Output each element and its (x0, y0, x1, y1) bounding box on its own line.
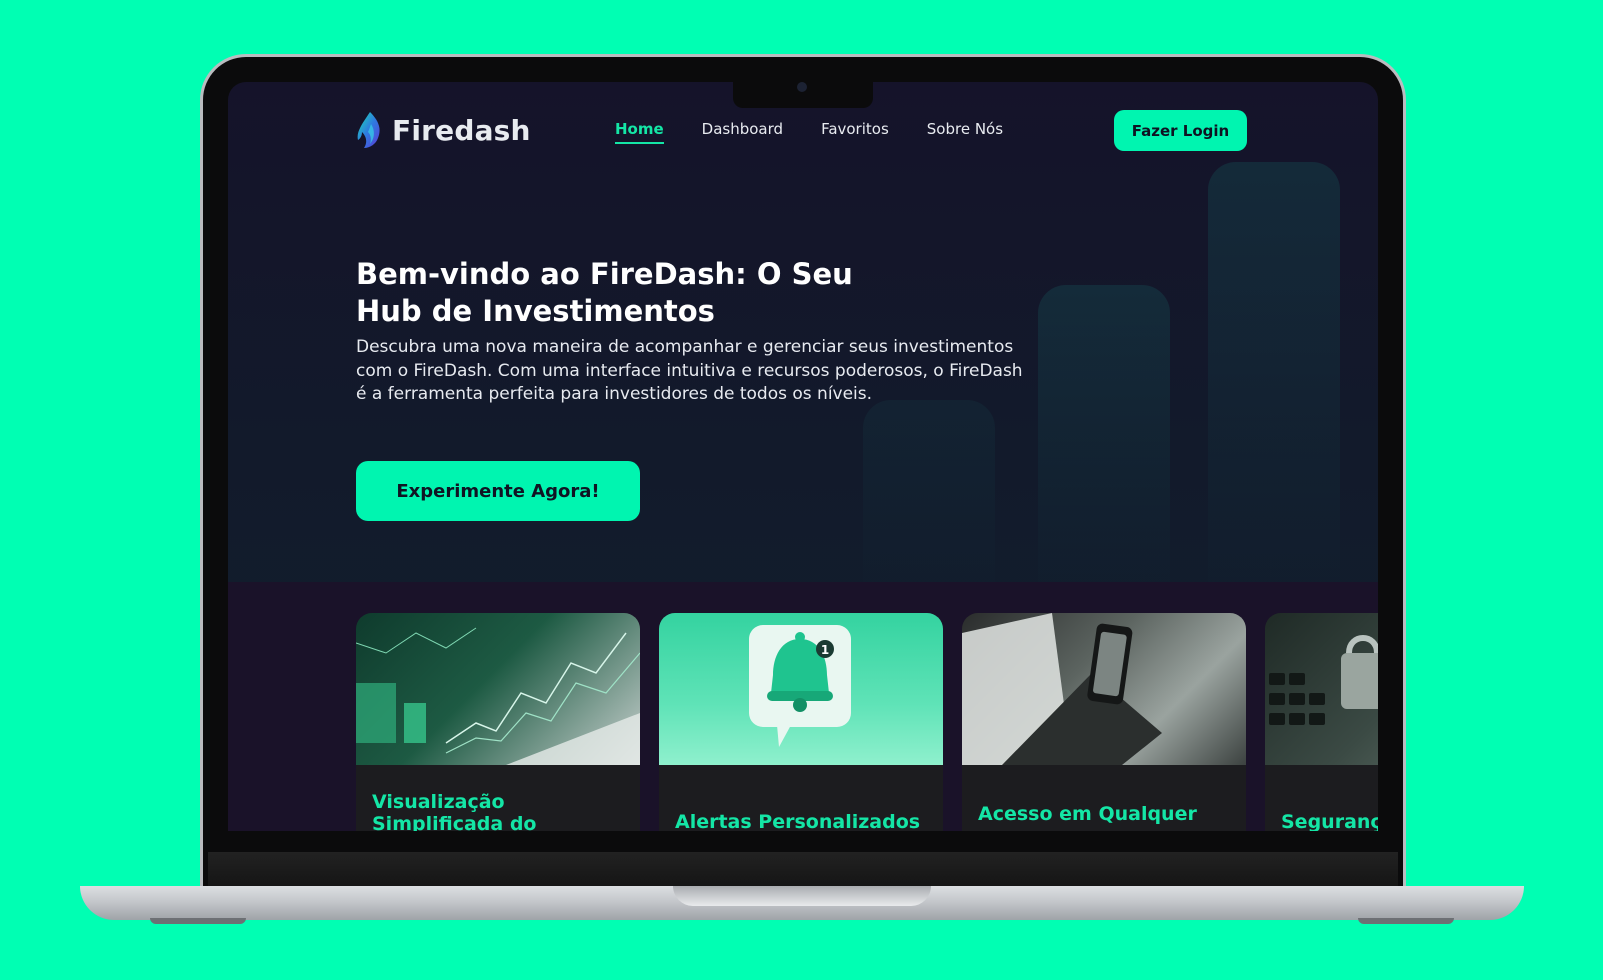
feature-title: Acesso em Qualquer (978, 803, 1197, 825)
notification-bell-image: 1 (659, 613, 943, 765)
bell-icon: 1 (749, 625, 851, 747)
feature-title: Visualização Simplificada do Portfólio (372, 791, 537, 831)
keyboard-padlock-image (1265, 613, 1378, 765)
brand-name: Firedash (392, 113, 531, 147)
nav-sobre-nos[interactable]: Sobre Nós (927, 120, 1003, 144)
laptop-foot-right (1358, 918, 1454, 924)
website-screen: Firedash Home Dashboard Favoritos Sobre … (228, 82, 1378, 831)
camera-notch (733, 82, 873, 108)
flame-logo-icon (357, 112, 380, 148)
hero-title: Bem-vindo ao FireDash: O Seu Hub de Inve… (356, 257, 853, 328)
decorative-bar (1208, 162, 1340, 582)
feature-title: Segurança (1281, 811, 1378, 831)
padlock-icon (1269, 635, 1378, 725)
decorative-bar (1038, 285, 1170, 585)
laptop-phone-icon (962, 613, 1162, 765)
decorative-bar (863, 400, 995, 590)
camera-icon (797, 82, 807, 92)
try-now-button[interactable]: Experimente Agora! (356, 461, 640, 521)
feature-card-alerts[interactable]: 1 Alertas Personalizados (659, 613, 943, 831)
laptop-opening-notch (673, 886, 931, 906)
nav-favoritos[interactable]: Favoritos (821, 120, 889, 144)
svg-text:1: 1 (821, 643, 829, 657)
nav-home[interactable]: Home (615, 120, 664, 144)
laptop-foot-left (150, 918, 246, 924)
feature-title: Alertas Personalizados (675, 811, 921, 831)
chart-lines-icon (356, 627, 640, 765)
laptop-chin (208, 852, 1398, 886)
main-nav: Home Dashboard Favoritos Sobre Nós (615, 120, 1003, 144)
laptop-and-phone-image (962, 613, 1246, 765)
feature-card-security[interactable]: Segurança (1265, 613, 1378, 831)
logo[interactable]: Firedash (356, 110, 531, 150)
nav-dashboard[interactable]: Dashboard (702, 120, 783, 144)
login-button[interactable]: Fazer Login (1114, 110, 1247, 151)
hero-description: Descubra uma nova maneira de acompanhar … (356, 337, 1023, 404)
feature-card-portfolio[interactable]: Visualização Simplificada do Portfólio (356, 613, 640, 831)
chart-screen-image (356, 613, 640, 765)
feature-card-access[interactable]: Acesso em Qualquer (962, 613, 1246, 831)
